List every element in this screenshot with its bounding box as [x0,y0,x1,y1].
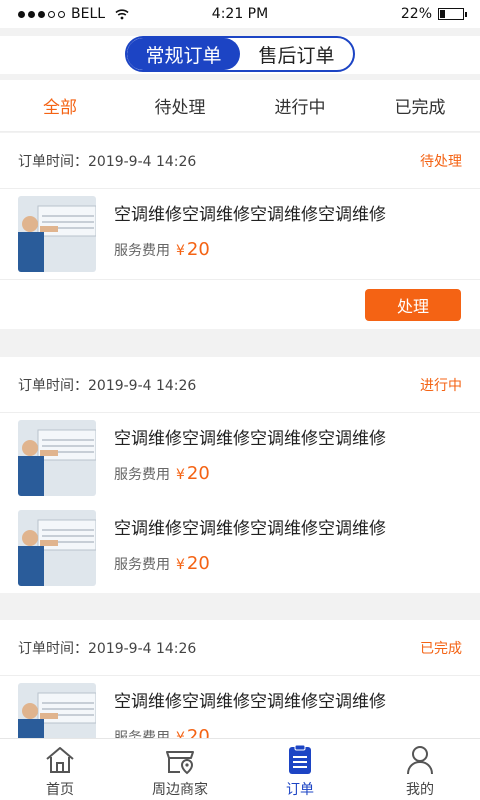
order-item[interactable]: 空调维修空调维修空调维修空调维修 服务费用 ¥20 [0,676,480,738]
service-title: 空调维修空调维修空调维修空调维修 [114,692,386,712]
handle-order-button[interactable]: 处理 [365,289,461,321]
order-item[interactable]: 空调维修空调维修空调维修空调维修 服务费用 ¥20 [0,503,480,593]
order-item[interactable]: 空调维修空调维修空调维修空调维修 服务费用 ¥20 [0,189,480,279]
service-fee: 服务费用 ¥20 [114,463,210,484]
nav-nearby-merchants[interactable]: 周边商家 [120,739,240,800]
service-thumbnail [18,196,96,272]
order-header: 订单时间：2019-9-4 14:26 进行中 [0,357,480,413]
tab-all[interactable]: 全部 [0,80,120,131]
service-thumbnail [18,510,96,586]
order-list-icon [289,744,311,774]
service-thumbnail [18,683,96,738]
order-status: 进行中 [420,377,462,394]
order-type-header: 常规订单 售后订单 [0,36,480,74]
battery-percent: 22% [400,6,432,22]
home-icon [46,747,74,773]
profile-icon [407,746,433,775]
service-fee: 服务费用 ¥20 [114,239,210,260]
store-location-icon [166,751,194,775]
service-title: 空调维修空调维修空调维修空调维修 [114,429,386,449]
nav-orders[interactable]: 订单 [240,739,360,800]
tab-in-progress[interactable]: 进行中 [240,80,360,131]
order-status: 已完成 [420,640,462,657]
service-thumbnail [18,420,96,496]
order-footer: 处理 [0,279,480,329]
status-bar: BELL 4:21 PM 22% [0,0,480,28]
tab-pending[interactable]: 待处理 [120,80,240,131]
bottom-navigation: 首页 周边商家 订单 我的 [0,738,480,800]
order-item[interactable]: 空调维修空调维修空调维修空调维修 服务费用 ¥20 [0,413,480,503]
order-time: 订单时间：2019-9-4 14:26 [18,377,197,394]
nav-home[interactable]: 首页 [0,739,120,800]
service-title: 空调维修空调维修空调维修空调维修 [114,205,386,225]
order-header: 订单时间：2019-9-4 14:26 已完成 [0,620,480,676]
battery-area: 22% [400,6,467,22]
order-time: 订单时间：2019-9-4 14:26 [18,153,197,170]
nav-profile[interactable]: 我的 [360,739,480,800]
status-filter-tabs: 全部 待处理 进行中 已完成 [0,80,480,132]
service-fee: 服务费用 ¥20 [114,553,210,574]
order-status: 待处理 [420,153,462,170]
order-type-segment: 常规订单 售后订单 [125,36,355,72]
tab-completed[interactable]: 已完成 [360,80,480,131]
order-time: 订单时间：2019-9-4 14:26 [18,640,197,657]
order-header: 订单时间：2019-9-4 14:26 待处理 [0,133,480,189]
service-title: 空调维修空调维修空调维修空调维修 [114,519,386,539]
order-card[interactable]: 订单时间：2019-9-4 14:26 进行中 空调维修空调维修空调维修空调维修… [0,357,480,593]
battery-icon [438,8,467,20]
segment-after-sales-orders[interactable]: 售后订单 [240,38,353,70]
order-card[interactable]: 订单时间：2019-9-4 14:26 待处理 空调维修空调维修空调维修空调维修… [0,133,480,329]
service-fee: 服务费用 ¥20 [114,726,210,738]
segment-regular-orders[interactable]: 常规订单 [127,38,240,70]
order-card[interactable]: 订单时间：2019-9-4 14:26 已完成 空调维修空调维修空调维修空调维修… [0,620,480,738]
